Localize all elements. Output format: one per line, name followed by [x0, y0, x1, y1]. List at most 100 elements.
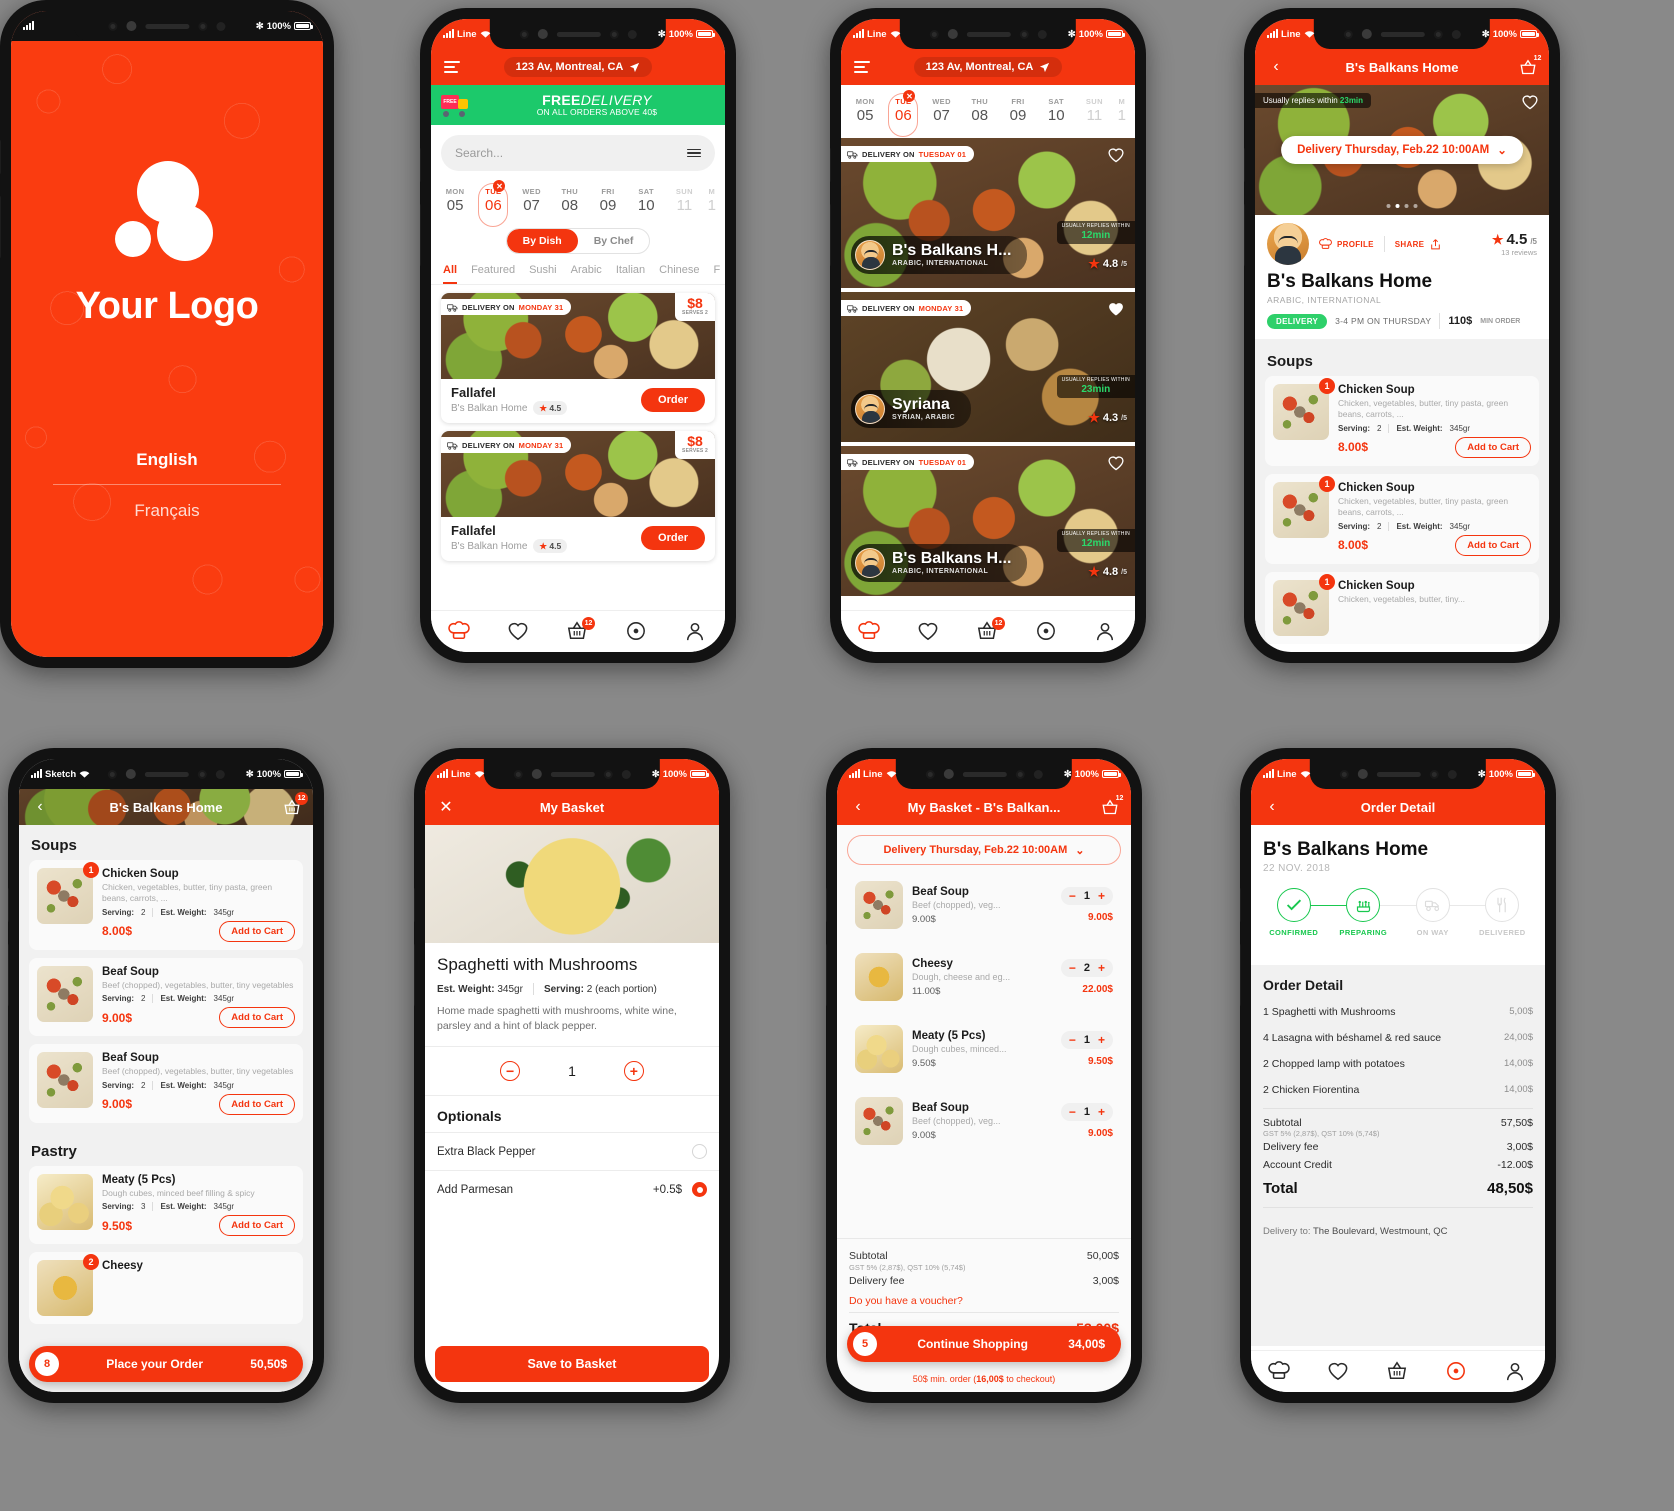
tab-by-dish[interactable]: By Dish — [506, 229, 578, 253]
menu-item[interactable]: Meaty (5 Pcs) Dough cubes, minced beef f… — [29, 1165, 303, 1245]
tab-profile-icon[interactable] — [1504, 1361, 1528, 1383]
close-icon[interactable]: ✕ — [435, 796, 457, 818]
tab-basket-icon[interactable] — [1386, 1360, 1410, 1383]
basket-item[interactable]: Cheesy Dough, cheese and eg... 11.00$ − … — [847, 945, 1121, 1009]
search-input[interactable]: Search... — [441, 135, 715, 171]
day-chip[interactable]: M1 — [1115, 93, 1129, 128]
category-featured[interactable]: Featured — [471, 264, 515, 284]
menu-item[interactable]: Beaf Soup Beef (chopped), vegetables, bu… — [29, 957, 303, 1037]
decrease-quantity-button[interactable]: − — [500, 1061, 521, 1082]
back-icon[interactable]: ‹ — [1265, 56, 1287, 78]
decrease-quantity-button[interactable]: − — [1069, 962, 1076, 974]
tab-orders-icon[interactable] — [625, 621, 649, 643]
tab-orders-icon[interactable] — [1445, 1361, 1469, 1383]
menu-item[interactable]: 1 Chicken Soup Chicken, vegetables, butt… — [1265, 571, 1539, 644]
add-to-cart-button[interactable]: Add to Cart — [1455, 534, 1531, 556]
cart-icon[interactable]: 12 — [281, 792, 308, 818]
add-to-cart-button[interactable]: Add to Cart — [219, 1215, 295, 1237]
menu-icon[interactable] — [851, 56, 873, 78]
favorite-icon[interactable] — [1107, 147, 1125, 165]
menu-item[interactable]: 1 Chicken Soup Chicken, vegetables, butt… — [29, 860, 303, 950]
day-chip[interactable]: MON 05 — [847, 93, 883, 128]
add-to-cart-button[interactable]: Add to Cart — [219, 1093, 295, 1115]
optional-row[interactable]: Extra Black Pepper — [425, 1132, 719, 1170]
tab-by-chef[interactable]: By Chef — [578, 229, 650, 253]
increase-quantity-button[interactable]: + — [1098, 890, 1105, 902]
profile-button[interactable]: PROFILE — [1319, 238, 1374, 250]
day-chip[interactable]: THU 08 — [962, 93, 998, 128]
chef-card[interactable]: DELIVERY ON TUESDAY 01 USUALLY REPLIES WI… — [841, 138, 1135, 288]
day-chip[interactable]: FRI 09 — [590, 183, 626, 218]
menu-scroll[interactable]: Soups 1 Chicken Soup Chicken, vegetables… — [19, 825, 313, 1392]
menu-item[interactable]: 2 Cheesy — [29, 1252, 303, 1325]
favorite-icon[interactable] — [1107, 455, 1125, 473]
day-chip[interactable]: M1 — [705, 183, 719, 218]
decrease-quantity-button[interactable]: − — [1069, 1106, 1076, 1118]
category-all[interactable]: All — [443, 264, 458, 284]
dish-card[interactable]: DELIVERY ON MONDAY 31 $8 SERVES 2 Fallafe… — [441, 293, 715, 423]
increase-quantity-button[interactable]: + — [623, 1061, 644, 1082]
day-chip[interactable]: SAT 10 — [1038, 93, 1074, 128]
menu-item[interactable]: 1 Chicken Soup Chicken, vegetables, butt… — [1265, 473, 1539, 564]
back-icon[interactable]: ‹ — [847, 796, 869, 818]
category-arabic[interactable]: Arabic — [571, 264, 602, 284]
decrease-quantity-button[interactable]: − — [1069, 890, 1076, 902]
basket-item[interactable]: Beaf Soup Beef (chopped), veg... 9.00$ −… — [847, 1089, 1121, 1153]
delivery-slot-selector[interactable]: Delivery Thursday, Feb.22 10:00AM ⌄ — [1281, 136, 1523, 164]
category-sushi[interactable]: Sushi — [529, 264, 557, 284]
tab-profile-icon[interactable] — [684, 621, 708, 643]
add-to-cart-button[interactable]: Add to Cart — [1455, 436, 1531, 458]
chef-card[interactable]: DELIVERY ON TUESDAY 01 USUALLY REPLIES WI… — [841, 446, 1135, 596]
day-chip[interactable]: MON 05 — [437, 183, 473, 218]
add-to-cart-button[interactable]: Add to Cart — [219, 920, 295, 942]
day-chip[interactable]: WED 07 — [923, 93, 959, 128]
category-italian[interactable]: Italian — [616, 264, 645, 284]
day-chip[interactable]: SUN 11 — [666, 183, 702, 218]
tab-favorites-icon[interactable] — [917, 621, 941, 643]
optional-radio[interactable] — [692, 1144, 707, 1160]
back-icon[interactable]: ‹ — [29, 796, 51, 818]
optional-row[interactable]: Add Parmesan +0.5$ — [425, 1170, 719, 1208]
address-selector[interactable]: 123 Av, Montreal, CA — [503, 57, 653, 77]
tab-profile-icon[interactable] — [1094, 621, 1118, 643]
share-button[interactable]: SHARE — [1395, 238, 1443, 251]
menu-icon[interactable] — [441, 56, 463, 78]
cart-icon[interactable]: 12 — [1517, 52, 1544, 78]
voucher-link[interactable]: Do you have a voucher? — [849, 1290, 1119, 1312]
tab-favorites-icon[interactable] — [1327, 1361, 1351, 1383]
basket-item[interactable]: Beaf Soup Beef (chopped), veg... 9.00$ −… — [847, 873, 1121, 937]
order-button[interactable]: Order — [641, 388, 705, 412]
day-chip[interactable]: FRI 09 — [1000, 93, 1036, 128]
decrease-quantity-button[interactable]: − — [1069, 1034, 1076, 1046]
category-more[interactable]: F — [714, 264, 721, 284]
delivery-slot-selector[interactable]: Delivery Thursday, Feb.22 10:00AM ⌄ — [847, 835, 1121, 865]
save-to-basket-button[interactable]: Save to Basket — [435, 1346, 709, 1382]
back-icon[interactable]: ‹ — [1261, 796, 1283, 818]
day-chip[interactable]: THU 08 — [552, 183, 588, 218]
language-option-french[interactable]: Français — [11, 489, 323, 533]
increase-quantity-button[interactable]: + — [1098, 1034, 1105, 1046]
menu-item[interactable]: Beaf Soup Beef (chopped), vegetables, bu… — [29, 1044, 303, 1123]
favorite-icon[interactable] — [1521, 94, 1539, 112]
filter-icon[interactable] — [687, 148, 701, 158]
order-button[interactable]: Order — [641, 526, 705, 550]
favorite-icon-filled[interactable] — [1107, 301, 1125, 319]
basket-item[interactable]: Meaty (5 Pcs) Dough cubes, minced... 9.5… — [847, 1017, 1121, 1081]
tab-favorites-icon[interactable] — [507, 621, 531, 643]
category-chinese[interactable]: Chinese — [659, 264, 699, 284]
tab-chef-icon[interactable] — [448, 620, 472, 643]
continue-shopping-button[interactable]: 5 Continue Shopping 34,00$ — [847, 1326, 1121, 1362]
increase-quantity-button[interactable]: + — [1098, 962, 1105, 974]
day-chip[interactable]: WED 07 — [513, 183, 549, 218]
tab-chef-icon[interactable] — [858, 620, 882, 643]
place-order-button[interactable]: 8 Place your Order 50,50$ — [29, 1346, 303, 1382]
day-chip-selected[interactable]: ✕ TUE 06 — [885, 90, 921, 137]
tab-orders-icon[interactable] — [1035, 621, 1059, 643]
optional-radio-selected[interactable] — [692, 1182, 707, 1198]
day-chip-selected[interactable]: ✕ TUE 06 — [475, 180, 511, 227]
tab-chef-icon[interactable] — [1268, 1360, 1292, 1383]
menu-item[interactable]: 1 Chicken Soup Chicken, vegetables, butt… — [1265, 376, 1539, 466]
address-selector[interactable]: 123 Av, Montreal, CA — [913, 57, 1063, 77]
increase-quantity-button[interactable]: + — [1098, 1106, 1105, 1118]
day-chip[interactable]: SAT 10 — [628, 183, 664, 218]
